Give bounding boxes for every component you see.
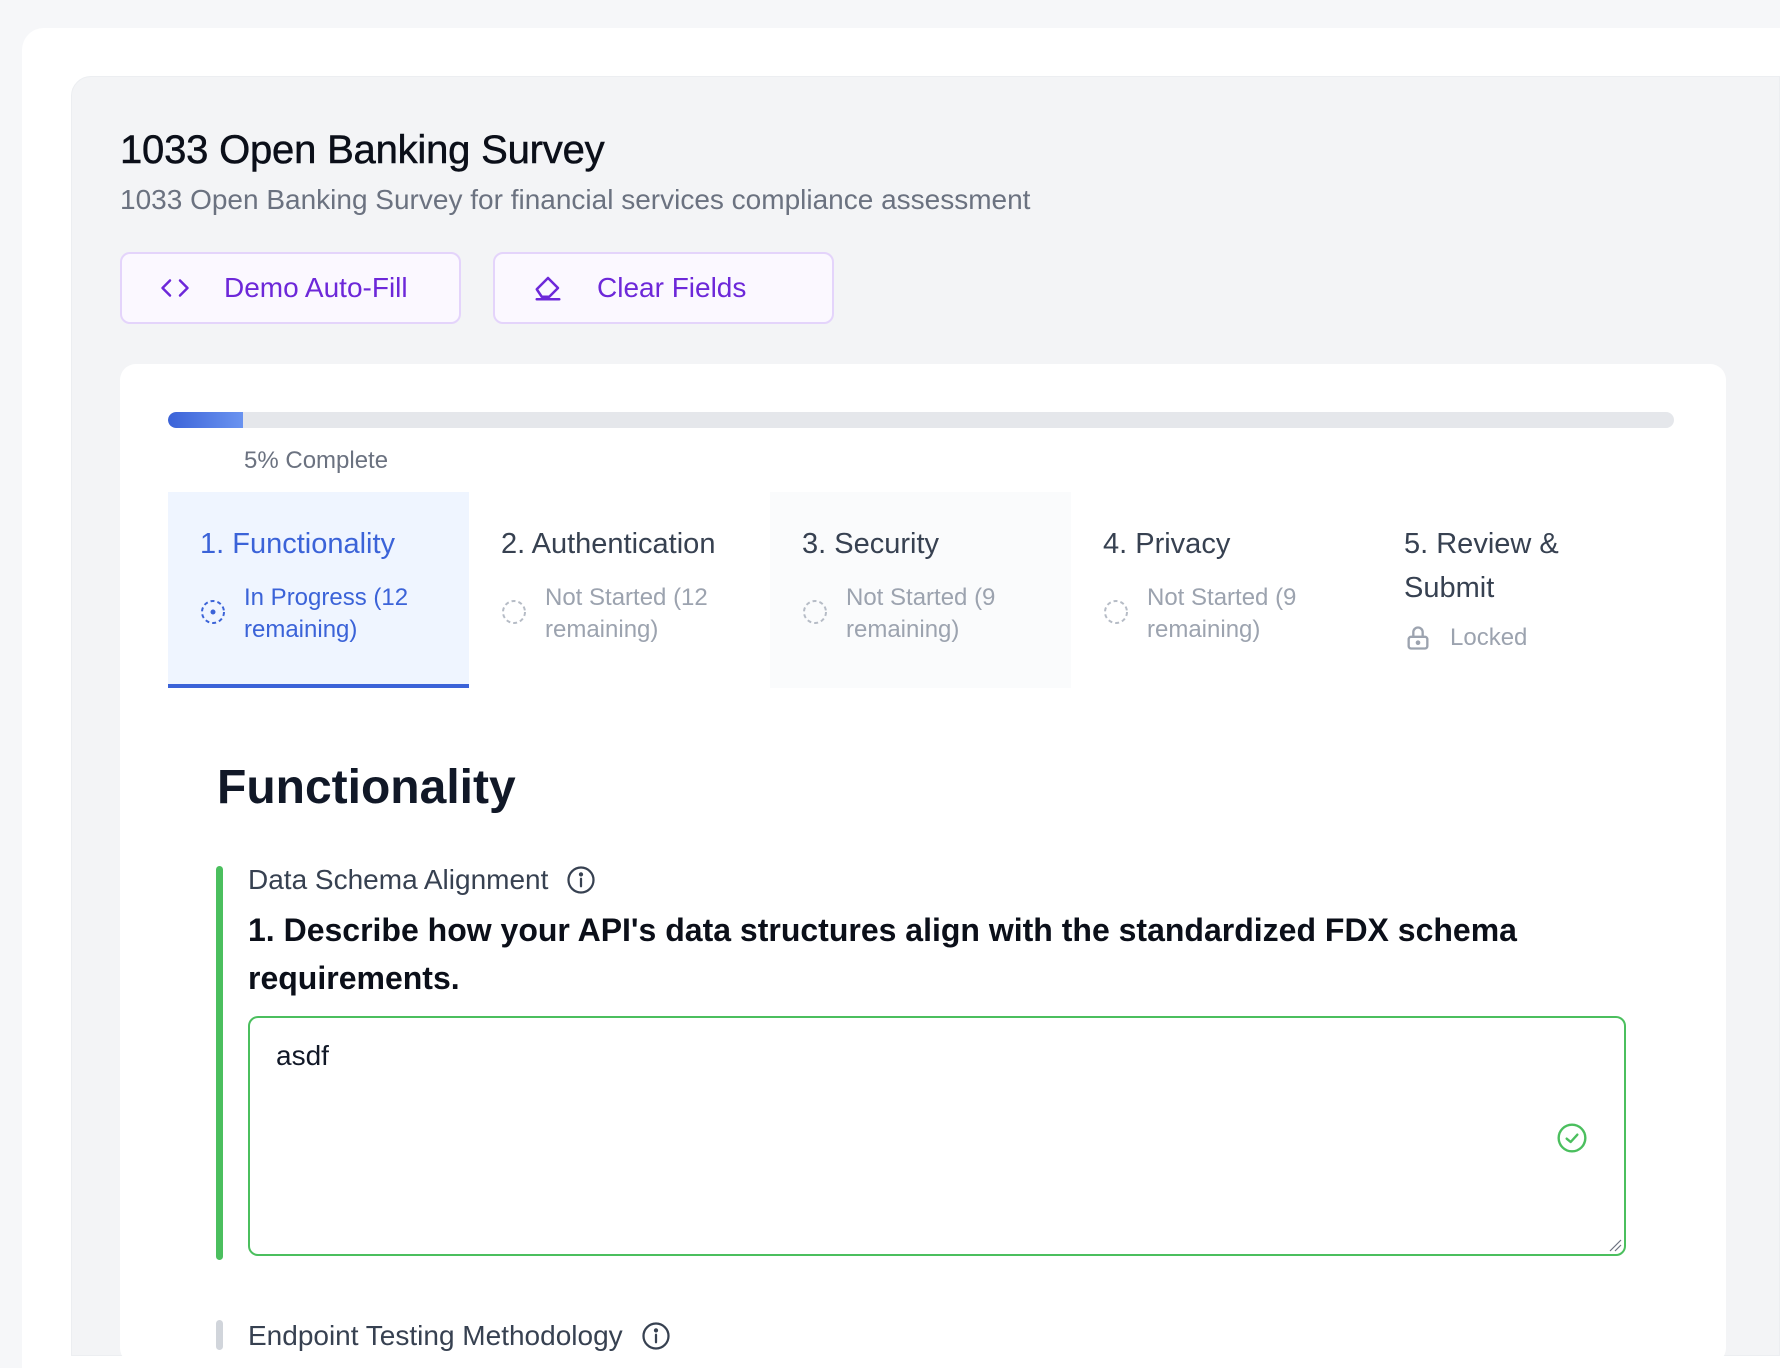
- in-progress-icon: [201, 600, 225, 624]
- question-category: Data Schema Alignment: [248, 864, 596, 896]
- tab-security[interactable]: 3. Security Not Started (9 remaining): [770, 492, 1071, 688]
- tab-privacy[interactable]: 4. Privacy Not Started (9 remaining): [1071, 492, 1372, 688]
- question-status-bar: [216, 1320, 223, 1350]
- step-status: Not Started (9 remaining): [846, 584, 996, 643]
- answer-textarea[interactable]: asdf: [248, 1016, 1626, 1256]
- demo-auto-fill-label: Demo Auto-Fill: [224, 272, 408, 303]
- question-category: Endpoint Testing Methodology: [248, 1320, 671, 1352]
- info-icon[interactable]: [566, 865, 596, 895]
- question-status-bar: [216, 866, 223, 1260]
- step-status: Locked: [1450, 624, 1528, 651]
- step-title: 2. Authentication: [501, 528, 716, 560]
- clear-fields-button[interactable]: Clear Fields: [493, 252, 834, 324]
- resize-handle-icon[interactable]: [1606, 1236, 1622, 1252]
- step-title: 3. Security: [802, 528, 939, 560]
- step-title: 5. Review & Submit: [1404, 528, 1559, 604]
- step-tabs: 1. Functionality In Progress (12 remaini…: [168, 492, 1674, 688]
- page-subtitle: 1033 Open Banking Survey for financial s…: [120, 184, 1031, 215]
- demo-auto-fill-button[interactable]: Demo Auto-Fill: [120, 252, 461, 324]
- clear-fields-label: Clear Fields: [597, 272, 747, 303]
- step-status: Not Started (9 remaining): [1147, 584, 1297, 643]
- question-text: 1. Describe how your API's data structur…: [248, 912, 1517, 996]
- question-category-label: Endpoint Testing Methodology: [248, 1320, 623, 1351]
- answer-value: asdf: [276, 1040, 329, 1071]
- step-title: 4. Privacy: [1103, 528, 1231, 560]
- not-started-icon: [502, 600, 526, 624]
- not-started-icon: [1104, 600, 1128, 624]
- progress-fill: [168, 412, 244, 428]
- step-status: In Progress (12 remaining): [244, 584, 409, 643]
- eraser-icon: [533, 273, 563, 303]
- not-started-icon: [803, 600, 827, 624]
- tab-functionality[interactable]: 1. Functionality In Progress (12 remaini…: [168, 492, 469, 688]
- tab-authentication[interactable]: 2. Authentication Not Started (12 remain…: [469, 492, 770, 688]
- progress-label: 5% Complete: [244, 447, 389, 474]
- page-title: 1033 Open Banking Survey: [120, 128, 605, 173]
- step-title: 1. Functionality: [200, 528, 396, 560]
- check-circle-icon: [1557, 1123, 1587, 1153]
- info-icon[interactable]: [641, 1321, 671, 1351]
- lock-icon: [1407, 626, 1429, 650]
- tab-review-submit[interactable]: 5. Review & Submit Locked: [1372, 492, 1673, 688]
- code-brackets-icon: [160, 273, 190, 303]
- section-title: Functionality: [217, 761, 516, 814]
- question-category-label: Data Schema Alignment: [248, 864, 549, 895]
- step-status: Not Started (12 remaining): [545, 584, 708, 643]
- progress-bar: [168, 412, 1674, 428]
